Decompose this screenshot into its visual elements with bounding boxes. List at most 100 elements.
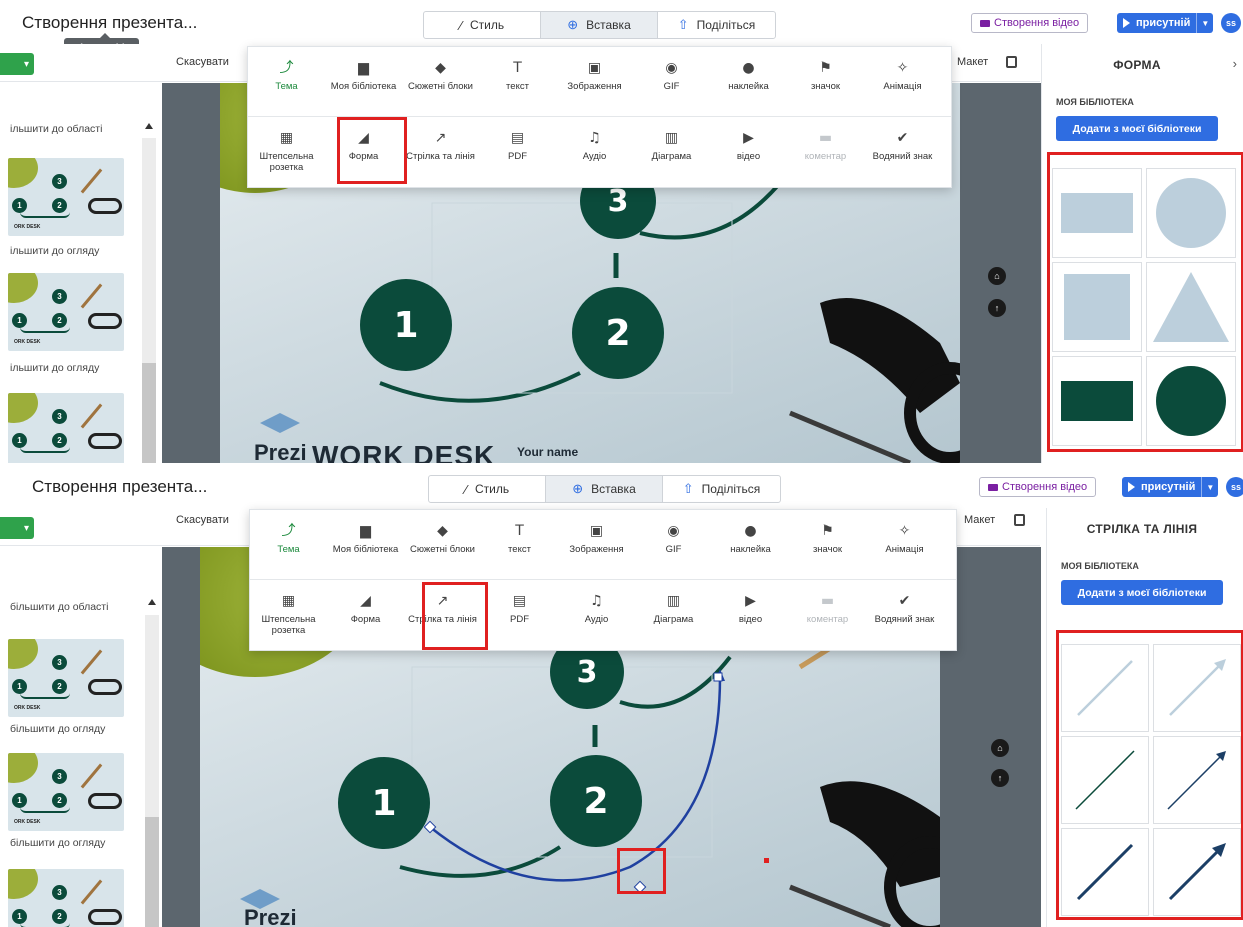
sidebar-label: більшити до області bbox=[10, 601, 109, 613]
back-up-icon[interactable]: ↑ bbox=[988, 299, 1006, 317]
insert-arrow-line[interactable]: ↗ Стрілка та лінія bbox=[402, 117, 479, 187]
insert-video[interactable]: ▶ відео bbox=[710, 117, 787, 187]
share-upload-icon: ⇧ bbox=[682, 481, 694, 496]
your-name-text[interactable]: Your name bbox=[517, 445, 578, 459]
slide-thumbnail[interactable]: 312 ORK DESK bbox=[8, 158, 124, 236]
insert-audio[interactable]: ♫ Аудіо bbox=[558, 580, 635, 650]
add-from-library-button[interactable]: Додати з моєї бібліотеки bbox=[1061, 580, 1223, 605]
slide-thumbnail[interactable]: 312 ORK DESK bbox=[8, 273, 124, 351]
slide-thumbnail[interactable]: 312 ORK DESK bbox=[8, 753, 124, 831]
insert-sticker[interactable]: ● наклейка bbox=[710, 47, 787, 116]
insert-watermark[interactable]: ✔ Водяний знак bbox=[864, 117, 941, 187]
main-tabs: ⁄ Стиль ⊕ Вставка ⇧ Поділіться bbox=[423, 11, 776, 39]
document-title[interactable]: Створення презента... bbox=[22, 13, 197, 33]
slide-thumbnail[interactable]: 312 bbox=[8, 869, 124, 927]
chart-icon: ▥ bbox=[664, 129, 679, 146]
avatar[interactable]: ss bbox=[1226, 477, 1243, 497]
create-video-button[interactable]: Створення відео bbox=[979, 477, 1097, 497]
home-icon[interactable]: ⌂ bbox=[988, 267, 1006, 285]
insert-comment[interactable]: ▬ коментар bbox=[787, 117, 864, 187]
image-icon: ▣ bbox=[589, 522, 604, 539]
insert-text[interactable]: Tтекст bbox=[481, 510, 558, 579]
logo-text: Prezi bbox=[244, 905, 297, 927]
gif-icon: ◉ bbox=[665, 59, 678, 76]
insert-library[interactable]: ▆ Моя бібліотека bbox=[327, 510, 404, 579]
chevron-down-icon: ▾ bbox=[23, 522, 29, 534]
present-button[interactable]: присутній ▼ bbox=[1122, 477, 1219, 497]
notes-icon[interactable] bbox=[1014, 514, 1025, 526]
insert-image[interactable]: ▣ Зображення bbox=[556, 47, 633, 116]
insert-library[interactable]: ▆ Моя бібліотека bbox=[325, 47, 402, 116]
insert-animation[interactable]: ✧ Анімація bbox=[864, 47, 941, 116]
scroll-up-icon[interactable] bbox=[148, 599, 156, 605]
insert-plugin[interactable]: ▦ Штепсельна розетка bbox=[250, 580, 327, 650]
node-2[interactable]: 2 bbox=[572, 287, 664, 379]
insert-story-blocks[interactable]: ◆ Сюжетні блоки bbox=[404, 510, 481, 579]
home-icon[interactable]: ⌂ bbox=[991, 739, 1009, 757]
insert-chart[interactable]: ▥ Діаграма bbox=[633, 117, 710, 187]
notes-icon[interactable] bbox=[1006, 56, 1017, 68]
layout-button[interactable]: Макет bbox=[964, 514, 995, 526]
tab-insert[interactable]: ⊕ Вставка bbox=[546, 476, 663, 502]
insert-chart[interactable]: ▥ Діаграма bbox=[635, 580, 712, 650]
insert-topic[interactable]: ⤴ Тема bbox=[250, 510, 327, 579]
node-1[interactable]: 1 bbox=[338, 757, 430, 849]
node-1[interactable]: 1 bbox=[360, 279, 452, 371]
insert-sticker[interactable]: ● наклейка bbox=[712, 510, 789, 579]
tab-share[interactable]: ⇧ Поділіться bbox=[658, 12, 775, 38]
insert-story-blocks[interactable]: ◆ Сюжетні блоки bbox=[402, 47, 479, 116]
tab-share[interactable]: ⇧ Поділіться bbox=[663, 476, 780, 502]
green-dropdown-button[interactable]: ▾ bbox=[0, 517, 34, 539]
insert-topic[interactable]: ⤴ Тема bbox=[248, 47, 325, 116]
scrollbar-thumb[interactable] bbox=[142, 363, 156, 463]
scrollbar-thumb[interactable] bbox=[145, 817, 159, 927]
tab-style[interactable]: ⁄ Стиль bbox=[429, 476, 546, 502]
insert-icon[interactable]: ⚑ значок bbox=[789, 510, 866, 579]
plugin-icon: ▦ bbox=[279, 129, 294, 146]
avatar[interactable]: ss bbox=[1221, 13, 1241, 33]
main-tabs: ⁄ Стиль ⊕ Вставка ⇧ Поділіться bbox=[428, 475, 781, 503]
library-icon: ▆ bbox=[358, 59, 369, 76]
play-icon bbox=[1123, 18, 1130, 28]
text-icon: T bbox=[513, 59, 522, 76]
slide-thumbnail[interactable]: 312 ORK DESK bbox=[8, 639, 124, 717]
present-button[interactable]: присутній ▼ bbox=[1117, 13, 1214, 33]
flag-icon: ⚑ bbox=[821, 522, 834, 539]
cancel-button[interactable]: Скасувати bbox=[176, 56, 229, 68]
insert-gif[interactable]: ◉ GIF bbox=[633, 47, 710, 116]
insert-comment[interactable]: ▬ коментар bbox=[789, 580, 866, 650]
insert-pdf[interactable]: ▤ PDF bbox=[479, 117, 556, 187]
insert-animation[interactable]: ✧ Анімація bbox=[866, 510, 943, 579]
scroll-up-icon[interactable] bbox=[145, 123, 153, 129]
tab-style[interactable]: ⁄ Стиль bbox=[424, 12, 541, 38]
insert-watermark[interactable]: ✔ Водяний знак bbox=[866, 580, 943, 650]
chevron-down-icon[interactable]: ▼ bbox=[1201, 477, 1218, 497]
create-video-button[interactable]: Створення відео bbox=[971, 13, 1089, 33]
library-heading: МОЯ БІБЛІОТЕКА bbox=[1061, 561, 1139, 571]
tab-insert[interactable]: ⊕ Вставка bbox=[541, 12, 658, 38]
slide-thumbnail[interactable]: 312 bbox=[8, 393, 124, 463]
insert-plugin[interactable]: ▦ Штепсельна розетка bbox=[248, 117, 325, 187]
insert-audio[interactable]: ♫ Аудіо bbox=[556, 117, 633, 187]
animation-icon: ✧ bbox=[898, 522, 911, 539]
chevron-right-icon[interactable]: › bbox=[1233, 56, 1237, 71]
insert-pdf[interactable]: ▤ PDF bbox=[481, 580, 558, 650]
insert-gif[interactable]: ◉ GIF bbox=[635, 510, 712, 579]
insert-video[interactable]: ▶ відео bbox=[712, 580, 789, 650]
add-from-library-button[interactable]: Додати з моєї бібліотеки bbox=[1056, 116, 1218, 141]
library-heading: МОЯ БІБЛІОТЕКА bbox=[1056, 97, 1134, 107]
node-2[interactable]: 2 bbox=[550, 755, 642, 847]
green-dropdown-button[interactable]: ▾ bbox=[0, 53, 34, 75]
play-icon bbox=[1128, 482, 1135, 492]
layout-button[interactable]: Макет bbox=[957, 56, 988, 68]
insert-text[interactable]: Tтекст bbox=[479, 47, 556, 116]
insert-shape[interactable]: ◢ Форма bbox=[327, 580, 404, 650]
comment-icon: ▬ bbox=[818, 129, 833, 146]
document-title[interactable]: Створення презента... bbox=[32, 477, 207, 497]
insert-icon[interactable]: ⚑ значок bbox=[787, 47, 864, 116]
panel-title: СТРІЛКА ТА ЛІНІЯ bbox=[1086, 522, 1198, 536]
back-up-icon[interactable]: ↑ bbox=[991, 769, 1009, 787]
insert-image[interactable]: ▣ Зображення bbox=[558, 510, 635, 579]
cancel-button[interactable]: Скасувати bbox=[176, 514, 229, 526]
chevron-down-icon[interactable]: ▼ bbox=[1196, 13, 1213, 33]
